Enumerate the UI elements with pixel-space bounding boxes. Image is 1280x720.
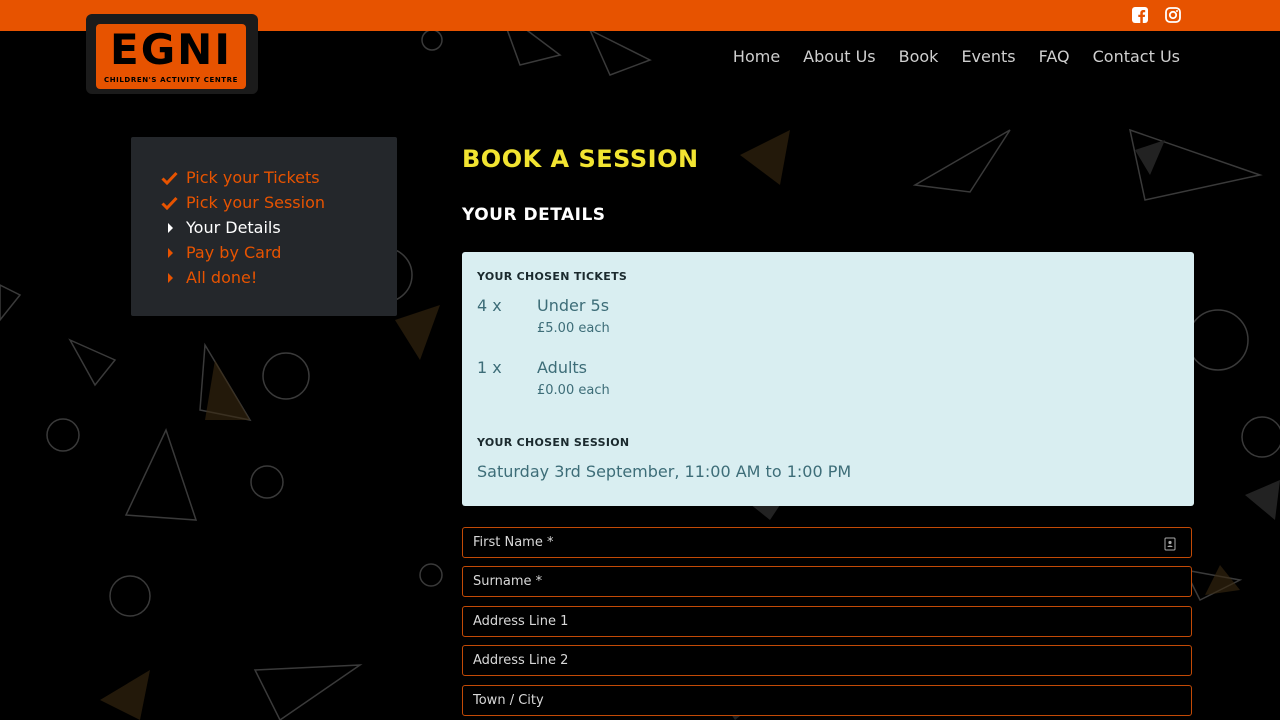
step-label: Pick your Session <box>186 193 325 212</box>
surname-field[interactable]: Surname * <box>462 566 1192 597</box>
step-label: Pick your Tickets <box>186 168 320 187</box>
logo-word: EGNI <box>110 25 232 74</box>
session-heading: YOUR CHOSEN SESSION <box>477 436 630 449</box>
instagram-icon[interactable] <box>1165 7 1181 23</box>
first-name-placeholder: First Name * <box>473 535 554 550</box>
caret-right-icon <box>161 272 186 284</box>
first-name-field[interactable]: First Name * <box>462 527 1192 558</box>
ticket-name: Adults <box>537 358 588 377</box>
town-city-field[interactable]: Town / City <box>462 685 1192 716</box>
town-city-placeholder: Town / City <box>473 693 544 708</box>
booking-steps-list: Pick your Tickets Pick your Session Your… <box>161 165 325 290</box>
ticket-name: Under 5s <box>537 296 610 315</box>
site-logo[interactable]: EGNI CHILDREN'S ACTIVITY CENTRE <box>86 14 258 94</box>
logo-badge: EGNI CHILDREN'S ACTIVITY CENTRE <box>96 24 246 89</box>
caret-right-icon <box>161 247 186 259</box>
address-line-1-placeholder: Address Line 1 <box>473 614 569 629</box>
ticket-qty: 1 x <box>477 358 502 377</box>
check-icon <box>161 171 186 185</box>
ticket-price: £5.00 each <box>537 321 610 336</box>
address-line-2-placeholder: Address Line 2 <box>473 653 569 668</box>
tickets-heading: YOUR CHOSEN TICKETS <box>477 270 628 283</box>
booking-steps-panel: Pick your Tickets Pick your Session Your… <box>131 137 397 316</box>
nav-book[interactable]: Book <box>899 46 939 68</box>
step-label: Pay by Card <box>186 243 282 262</box>
step-label: All done! <box>186 268 258 287</box>
nav-faq[interactable]: FAQ <box>1039 46 1070 68</box>
ticket-row: 1 x Adults £0.00 each <box>477 357 1177 407</box>
step-all-done: All done! <box>161 265 325 290</box>
ticket-price: £0.00 each <box>537 383 610 398</box>
step-label: Your Details <box>186 218 281 237</box>
step-pick-session: Pick your Session <box>161 190 325 215</box>
session-text: Saturday 3rd September, 11:00 AM to 1:00… <box>477 462 852 481</box>
step-pick-tickets: Pick your Tickets <box>161 165 325 190</box>
page: EGNI CHILDREN'S ACTIVITY CENTRE Home Abo… <box>0 0 1280 720</box>
surname-placeholder: Surname * <box>473 574 543 589</box>
nav-about-us[interactable]: About Us <box>803 46 875 68</box>
section-title: YOUR DETAILS <box>462 205 606 225</box>
main-nav: Home About Us Book Events FAQ Contact Us <box>710 46 1180 68</box>
logo-tagline: CHILDREN'S ACTIVITY CENTRE <box>103 76 239 84</box>
ticket-row: 4 x Under 5s £5.00 each <box>477 295 1177 345</box>
step-your-details: Your Details <box>161 215 325 240</box>
nav-contact-us[interactable]: Contact Us <box>1093 46 1180 68</box>
address-line-1-field[interactable]: Address Line 1 <box>462 606 1192 637</box>
step-pay-by-card: Pay by Card <box>161 240 325 265</box>
nav-home[interactable]: Home <box>733 46 780 68</box>
nav-events[interactable]: Events <box>961 46 1015 68</box>
facebook-icon[interactable] <box>1132 7 1148 23</box>
caret-right-icon <box>161 222 186 234</box>
contact-card-icon[interactable] <box>1163 536 1177 551</box>
booking-summary: YOUR CHOSEN TICKETS 4 x Under 5s £5.00 e… <box>462 252 1194 506</box>
page-title: BOOK A SESSION <box>462 145 699 173</box>
ticket-qty: 4 x <box>477 296 502 315</box>
check-icon <box>161 196 186 210</box>
address-line-2-field[interactable]: Address Line 2 <box>462 645 1192 676</box>
